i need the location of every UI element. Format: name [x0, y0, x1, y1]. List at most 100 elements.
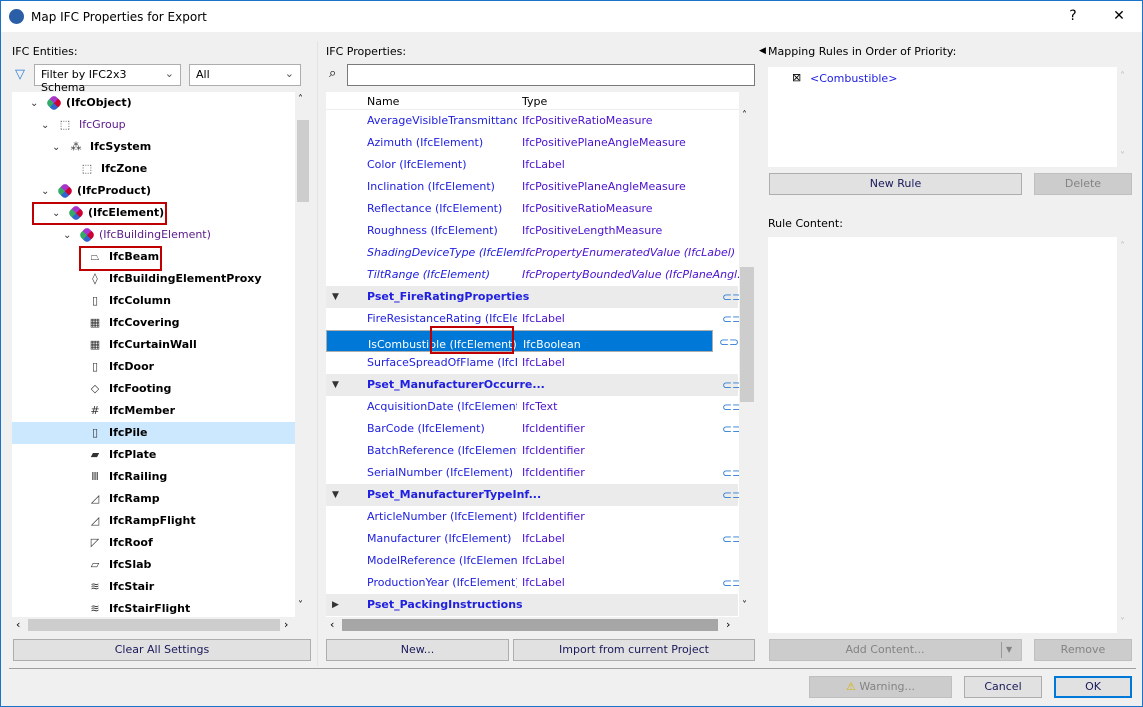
property-row[interactable]: BatchReference (IfcElement) IfcIdentifier [326, 440, 738, 462]
scroll-down-icon[interactable]: ˅ [1120, 617, 1125, 628]
property-row[interactable]: TiltRange (IfcElement) IfcPropertyBounded… [326, 264, 748, 286]
tree-item[interactable]: ▯ IfcDoor [87, 356, 295, 378]
tree-item[interactable]: ⬚ IfcZone [63, 158, 295, 180]
help-button[interactable]: ? [1053, 1, 1093, 32]
rule-item[interactable]: <Combustible> [810, 72, 897, 85]
tree-vertical-scrollbar[interactable]: ˄ ˅ [295, 92, 311, 617]
rule-content-box[interactable] [768, 237, 1117, 633]
tree-item[interactable]: ▱ IfcSlab [87, 554, 295, 576]
tree-item[interactable]: ◊ IfcBuildingElementProxy [87, 268, 295, 290]
mapping-rules-list[interactable]: ⊠ <Combustible> [768, 67, 1117, 167]
property-set-row[interactable]: ▼ Pset_FireRatingProperties ⊂⊃ [326, 286, 742, 308]
property-row[interactable]: BarCode (IfcElement) IfcIdentifier ⊂⊃ [326, 418, 742, 440]
tree-item[interactable]: ▰ IfcPlate [87, 444, 295, 466]
expand-chevron-icon[interactable]: ⌄ [52, 137, 68, 159]
scroll-thumb[interactable] [740, 267, 754, 402]
scroll-down-icon[interactable]: ˅ [1120, 151, 1125, 162]
property-name: SerialNumber (IfcElement) [367, 466, 514, 479]
tree-item[interactable]: ▯ IfcColumn [87, 290, 295, 312]
tree-item[interactable]: ⌄ (IfcBuildingElement) [63, 224, 295, 246]
entity-tree[interactable]: ⌄ (IfcObject) ⌄ ⬚ IfcGroup ⌄ ⁂ IfcSystem ⬚ IfcZon… [12, 92, 295, 617]
delete-rule-button[interactable]: Delete [1034, 173, 1132, 195]
tree-item[interactable]: ⌄ (IfcProduct) [41, 180, 295, 202]
property-row[interactable]: Manufacturer (IfcElement) IfcLabel ⊂⊃ [326, 528, 742, 550]
import-from-project-button[interactable]: Import from current Project [513, 639, 755, 661]
expand-chevron-icon[interactable]: ⌄ [41, 115, 57, 137]
clear-all-settings-button[interactable]: Clear All Settings [13, 639, 311, 661]
tree-item[interactable]: ⌄ ⬚ IfcGroup [41, 114, 295, 136]
scroll-up-icon[interactable]: ˄ [1120, 71, 1125, 82]
collapse-panel-icon[interactable]: ◀ [759, 46, 766, 56]
property-row[interactable]: ProductionYear (IfcElement) IfcLabel ⊂⊃ [326, 572, 742, 594]
property-set-row[interactable]: ▼ Pset_ManufacturerOccurre... ⊂⊃ [326, 374, 742, 396]
scroll-left-icon[interactable]: ‹ [16, 618, 20, 631]
property-row[interactable]: Color (IfcElement) IfcLabel [326, 154, 738, 176]
expand-chevron-icon[interactable]: ⌄ [30, 93, 46, 115]
warning-button[interactable]: ⚠ Warning... [809, 676, 952, 698]
column-name[interactable]: Name [367, 95, 399, 108]
property-row[interactable]: ShadingDeviceType (IfcElement)IfcPropert… [326, 242, 738, 264]
tree-item[interactable]: ▦ IfcCurtainWall [87, 334, 295, 356]
tree-item[interactable]: # IfcMember [87, 400, 295, 422]
dropdown-arrow-icon[interactable]: ▼ [1006, 640, 1012, 660]
schema-filter-select[interactable]: Filter by IFC2x3 Schema ⌄ [34, 64, 181, 94]
scroll-left-icon[interactable]: ‹ [330, 618, 334, 631]
ok-button[interactable]: OK [1054, 676, 1132, 698]
property-row[interactable]: AverageVisibleTransmittanc... IfcPositive… [326, 110, 738, 132]
tree-item[interactable]: ⌄ ⁂ IfcSystem [52, 136, 295, 158]
new-property-button[interactable]: New... [326, 639, 509, 661]
property-row[interactable]: IsCombustible (IfcElement) IfcBoolean ⊂⊃ [326, 330, 746, 353]
property-row[interactable]: AcquisitionDate (IfcElement) IfcText ⊂⊃ [326, 396, 742, 418]
property-row[interactable]: ArticleNumber (IfcElement) IfcIdentifier [326, 506, 738, 528]
new-rule-button[interactable]: New Rule [769, 173, 1022, 195]
scroll-thumb[interactable] [28, 619, 280, 631]
scroll-thumb[interactable] [342, 619, 718, 631]
scroll-down-icon[interactable]: ˅ [298, 600, 303, 611]
expand-chevron-icon[interactable]: ⌄ [41, 181, 57, 203]
property-row[interactable]: SurfaceSpreadOfFlame (IfcE... IfcLabel [326, 352, 738, 374]
tree-item[interactable]: ◇ IfcFooting [87, 378, 295, 400]
scroll-up-icon[interactable]: ˄ [742, 110, 747, 121]
remove-content-button[interactable]: Remove [1034, 639, 1132, 661]
scroll-right-icon[interactable]: › [726, 618, 730, 631]
collapse-triangle-icon[interactable]: ▼ [332, 286, 339, 308]
scroll-down-icon[interactable]: ˅ [742, 600, 747, 611]
tree-item[interactable]: ≋ IfcStairFlight [87, 598, 295, 617]
collapse-triangle-icon[interactable]: ▼ [332, 374, 339, 396]
mapping-rules-label: Mapping Rules in Order of Priority: [768, 45, 957, 58]
property-row[interactable]: FireResistanceRating (IfcEle... IfcLabel ⊂… [326, 308, 742, 330]
expand-triangle-icon[interactable]: ▶ [332, 594, 339, 616]
property-row[interactable]: ModelReference (IfcElement) IfcLabel [326, 550, 738, 572]
property-row[interactable]: Inclination (IfcElement) IfcPositivePlane… [326, 176, 738, 198]
tree-item[interactable]: ▯ IfcPile [12, 422, 295, 444]
tree-item[interactable]: ◿ IfcRamp [87, 488, 295, 510]
tree-item[interactable]: ⌄ (IfcObject) [30, 92, 290, 114]
property-row[interactable]: Reflectance (IfcElement) IfcPositiveRatio… [326, 198, 738, 220]
property-row[interactable]: Azimuth (IfcElement) IfcPositivePlaneAngl… [326, 132, 738, 154]
expand-chevron-icon[interactable]: ⌄ [63, 225, 79, 247]
property-set-row[interactable]: ▼ Pset_ManufacturerTypeInf... ⊂⊃ [326, 484, 742, 506]
column-type[interactable]: Type [522, 95, 547, 108]
close-button[interactable]: ✕ [1099, 1, 1139, 32]
entity-filter-select[interactable]: All ⌄ [189, 64, 301, 86]
tree-item[interactable]: ◸ IfcRoof [87, 532, 295, 554]
property-row[interactable]: SerialNumber (IfcElement) IfcIdentifier ⊂⊃ [326, 462, 742, 484]
tree-horizontal-scrollbar[interactable]: ‹ › [12, 617, 295, 633]
tree-item[interactable]: ≋ IfcStair [87, 576, 295, 598]
tree-item[interactable]: ▦ IfcCovering [87, 312, 295, 334]
scroll-up-icon[interactable]: ˄ [1120, 241, 1125, 252]
add-content-button[interactable]: Add Content... ▼ [769, 639, 1022, 661]
cancel-button[interactable]: Cancel [964, 676, 1042, 698]
properties-vertical-scrollbar[interactable]: ˄ ˅ [739, 92, 755, 617]
property-row[interactable]: Roughness (IfcElement) IfcPositiveLengthM… [326, 220, 738, 242]
search-input[interactable] [347, 64, 755, 86]
property-set-row[interactable]: ▶ Pset_PackingInstructions [326, 594, 738, 616]
scroll-thumb[interactable] [297, 120, 309, 202]
scroll-up-icon[interactable]: ˄ [298, 94, 303, 105]
tree-item[interactable]: Ⅲ IfcRailing [87, 466, 295, 488]
tree-item[interactable]: ◿ IfcRampFlight [87, 510, 295, 532]
properties-horizontal-scrollbar[interactable]: ‹ › [326, 617, 739, 633]
scroll-right-icon[interactable]: › [284, 618, 288, 631]
collapse-triangle-icon[interactable]: ▼ [332, 484, 339, 506]
rule-checkbox-icon[interactable]: ⊠ [792, 71, 801, 84]
